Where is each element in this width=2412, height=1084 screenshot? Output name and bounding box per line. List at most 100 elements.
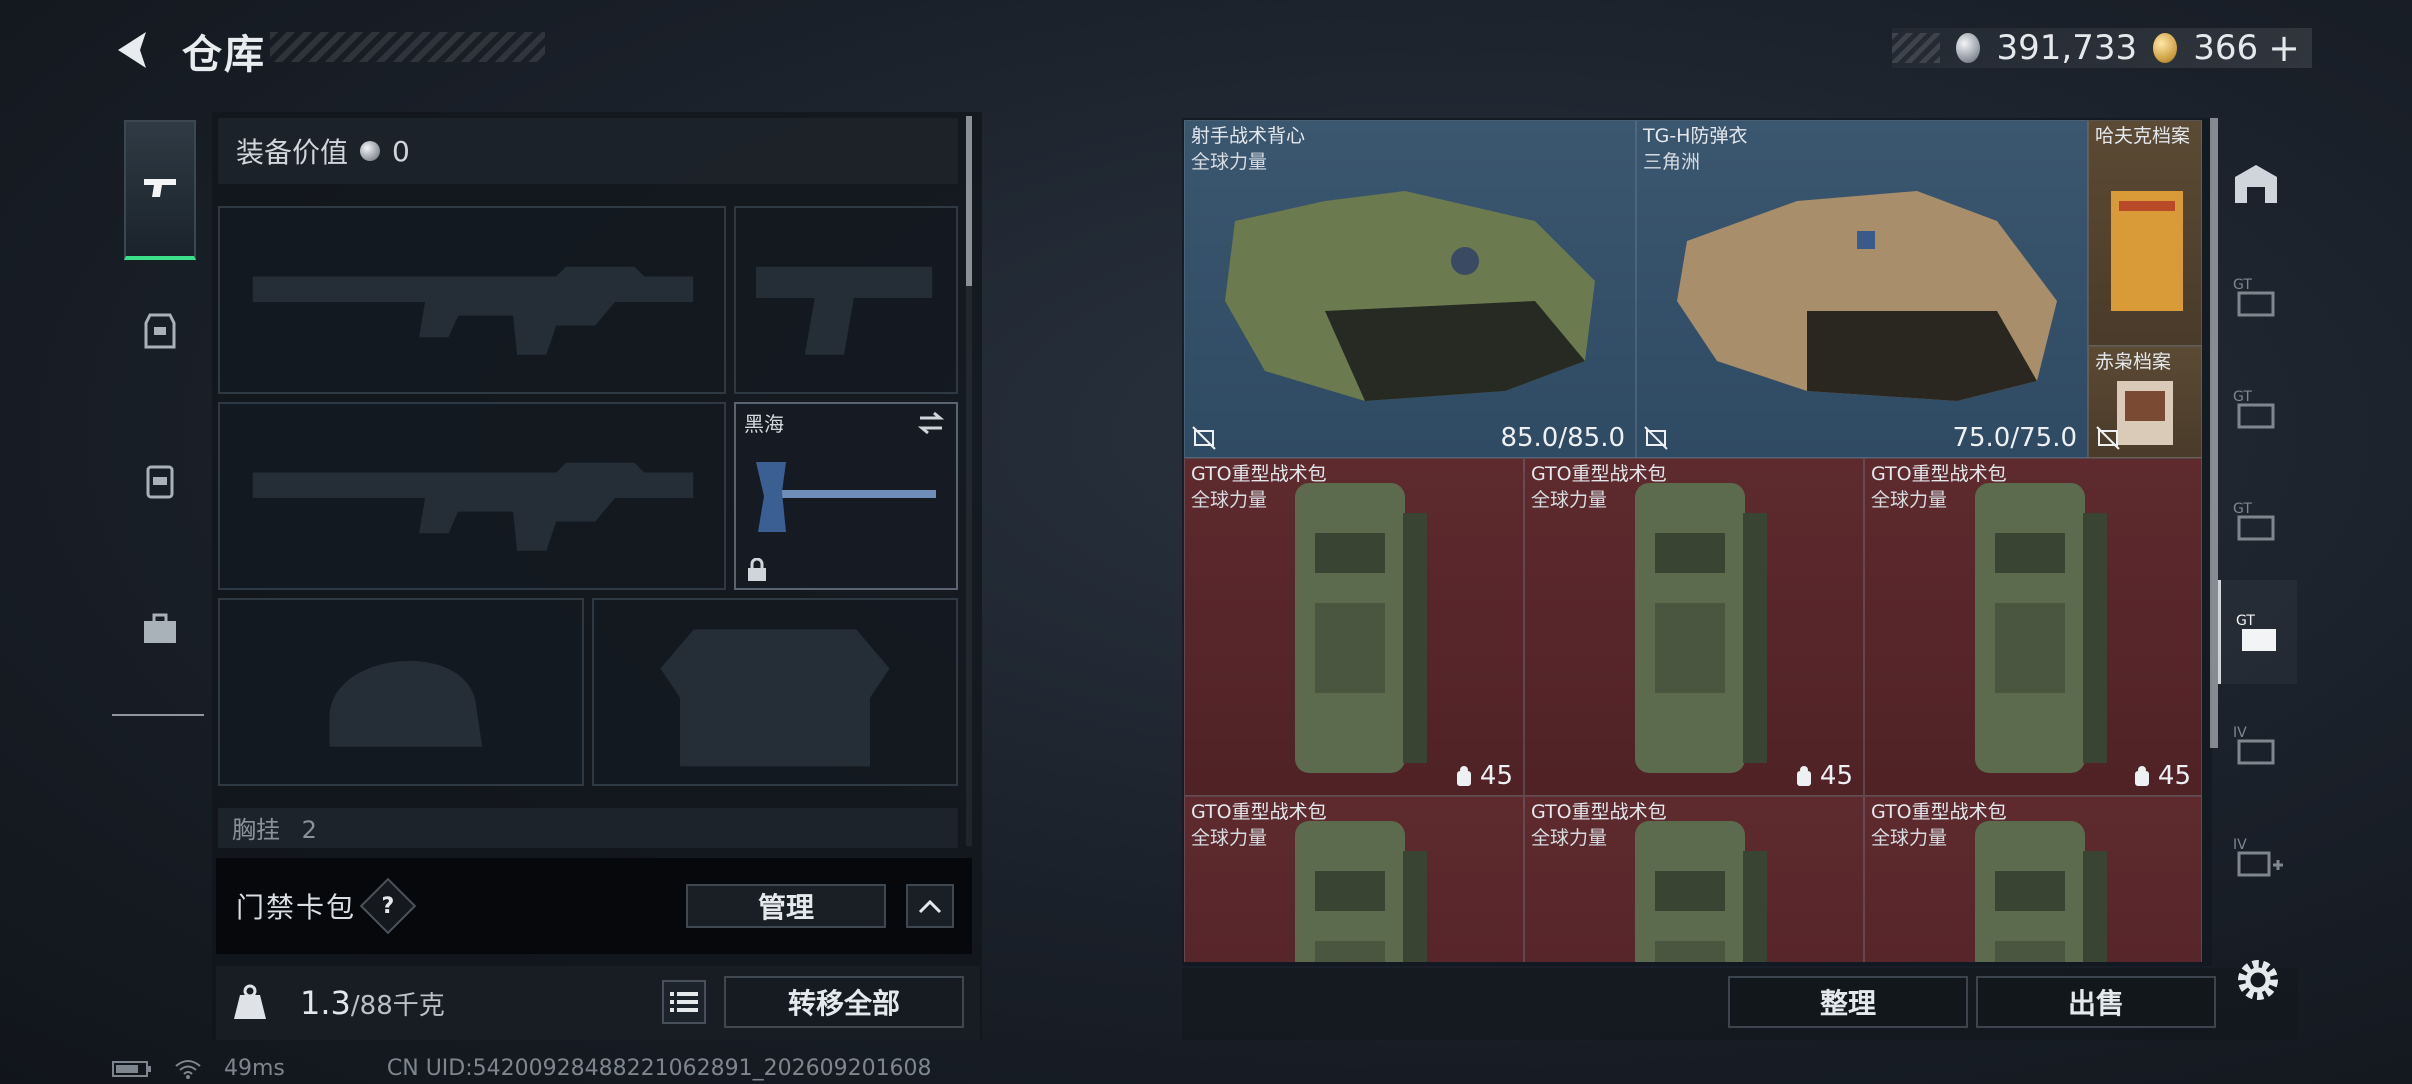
stash-item[interactable]: GTO重型战术包 全球力量 xyxy=(1184,796,1524,962)
body-armor-slot[interactable] xyxy=(592,598,958,786)
tab-backpack[interactable] xyxy=(124,426,196,536)
item-name: 哈夫克档案 xyxy=(2095,125,2191,147)
weight-text: 1.3/88千克 xyxy=(300,984,445,1022)
stash-item[interactable]: GTO重型战术包 全球力量 xyxy=(1524,796,1864,962)
no-sell-icon xyxy=(1192,426,1216,450)
stash-page-icon: GT xyxy=(2233,389,2275,429)
pistol-icon xyxy=(144,179,176,197)
helmet-slot[interactable] xyxy=(218,598,584,786)
capacity-icon xyxy=(1796,766,1811,786)
collapse-button[interactable] xyxy=(906,884,954,928)
weight-unit: 千克 xyxy=(392,991,445,1021)
loadout-tabs xyxy=(112,108,204,716)
stash-item[interactable]: GTO重型战术包 全球力量 45 xyxy=(1524,458,1864,796)
svg-text:GT: GT xyxy=(2236,613,2255,629)
list-view-button[interactable] xyxy=(662,980,706,1024)
primary-weapon-slot[interactable] xyxy=(218,206,726,394)
durability-value: 75.0/75.0 xyxy=(1952,423,2077,453)
item-capacity: 45 xyxy=(1454,761,1513,791)
stash-item[interactable]: 射手战术背心 全球力量 85.0/85.0 xyxy=(1184,120,1636,458)
gold-coin-icon xyxy=(2153,33,2178,63)
tab-weapons[interactable] xyxy=(124,120,196,260)
keycard-label: 门禁卡包 xyxy=(236,891,357,924)
weight-current: 1.3 xyxy=(300,984,351,1022)
capacity-icon xyxy=(1456,766,1471,786)
rifle-silhouette-icon xyxy=(252,266,694,355)
capacity-value: 45 xyxy=(2157,761,2191,791)
svg-text:GT: GT xyxy=(2233,277,2252,293)
weight-bar: 1.3/88千克 转移全部 xyxy=(216,966,980,1040)
melee-slot[interactable]: 黑海 xyxy=(734,402,958,590)
stash-item[interactable]: GTO重型战术包 全球力量 45 xyxy=(1864,458,2202,796)
backpack-icon xyxy=(1295,483,1427,773)
backpack-icon xyxy=(146,465,174,499)
help-icon[interactable]: ? xyxy=(359,877,417,935)
ping: 49ms xyxy=(224,1056,285,1081)
swap-icon[interactable] xyxy=(916,410,946,436)
item-subtitle: 全球力量 xyxy=(1531,827,1608,849)
secondary-weapon-slot[interactable] xyxy=(218,402,726,590)
svg-text:GT: GT xyxy=(2233,501,2252,517)
gear-icon[interactable] xyxy=(2232,954,2284,1006)
sell-button[interactable]: 出售 xyxy=(1976,976,2216,1028)
title-stripe xyxy=(270,32,545,62)
svg-text:IV: IV xyxy=(2233,837,2247,853)
transfer-all-button[interactable]: 转移全部 xyxy=(724,976,964,1028)
helmet-silhouette-icon xyxy=(329,660,483,747)
help-text: ? xyxy=(381,893,395,919)
stash-category-tabs: GT GT GT GT IV IV xyxy=(2218,118,2297,978)
sort-button[interactable]: 整理 xyxy=(1728,976,1968,1028)
rifle-silhouette-icon xyxy=(252,462,694,551)
stash-item[interactable]: GTO重型战术包 全球力量 45 xyxy=(1184,458,1524,796)
melee-label: 黑海 xyxy=(744,412,784,436)
tab-page-2[interactable]: GT xyxy=(2218,356,2294,460)
uid: CN UID:54200928488221062891_202609201608 xyxy=(386,1056,932,1081)
tab-case[interactable] xyxy=(124,574,196,684)
back-arrow-icon[interactable] xyxy=(112,28,156,72)
manage-button[interactable]: 管理 xyxy=(686,884,886,928)
capacity-value: 45 xyxy=(1819,761,1853,791)
stash-item[interactable]: 哈夫克档案 xyxy=(2088,120,2202,346)
capacity-value: 45 xyxy=(1479,761,1513,791)
tab-page-4[interactable]: GT xyxy=(2218,580,2297,684)
silver-coin-icon xyxy=(360,141,381,161)
stash-item[interactable]: GTO重型战术包 全球力量 xyxy=(1864,796,2202,962)
tab-page-3[interactable]: GT xyxy=(2218,468,2294,572)
tactical-vest-icon xyxy=(1225,191,1595,401)
wifi-icon xyxy=(175,1059,201,1079)
backpack-icon xyxy=(1975,821,2107,962)
tab-overview[interactable] xyxy=(2218,132,2294,236)
item-name: 射手战术背心 xyxy=(1191,125,1306,147)
item-capacity: 45 xyxy=(2132,761,2191,791)
tab-page-add[interactable]: IV xyxy=(2218,804,2294,908)
silver-coin-icon xyxy=(1956,33,1981,63)
loadout-scrollbar-thumb[interactable] xyxy=(966,116,972,286)
item-subtitle: 全球力量 xyxy=(1871,489,1948,511)
add-currency-button[interactable]: + xyxy=(2268,26,2300,70)
tab-page-5[interactable]: IV xyxy=(2218,692,2294,796)
storage-icon xyxy=(2235,165,2277,203)
item-subtitle: 全球力量 xyxy=(1871,827,1948,849)
battery-icon xyxy=(112,1060,151,1077)
pistol-slot[interactable] xyxy=(734,206,958,394)
item-subtitle: 全球力量 xyxy=(1191,489,1268,511)
chest-label: 胸挂 xyxy=(232,816,280,844)
item-name: TG-H防弹衣 xyxy=(1643,125,1748,147)
tab-page-1[interactable]: GT xyxy=(2218,244,2294,348)
no-sell-icon xyxy=(2096,426,2120,450)
chest-rig-row[interactable]: 胸挂 2 xyxy=(218,808,958,848)
weight-max: /88 xyxy=(350,991,393,1021)
item-subtitle: 全球力量 xyxy=(1191,827,1268,849)
pistol-silhouette-icon xyxy=(755,266,933,355)
stash-item[interactable]: 赤枭档案 xyxy=(2088,346,2202,458)
equip-value: 0 xyxy=(392,134,410,168)
stash-page-icon: GT xyxy=(2236,613,2276,651)
stash-grid: 射手战术背心 全球力量 85.0/85.0 TG-H防弹衣 三角洲 75.0/7… xyxy=(1184,120,2204,962)
backpack-icon xyxy=(1635,483,1767,773)
tab-armor[interactable] xyxy=(124,276,196,386)
status-bar: 49ms CN UID:54200928488221062891_2026092… xyxy=(112,1056,932,1081)
svg-text:IV: IV xyxy=(2233,725,2247,741)
stash-scrollbar[interactable] xyxy=(2210,118,2218,748)
chest-count: 2 xyxy=(301,816,317,844)
stash-item[interactable]: TG-H防弹衣 三角洲 75.0/75.0 xyxy=(1636,120,2088,458)
